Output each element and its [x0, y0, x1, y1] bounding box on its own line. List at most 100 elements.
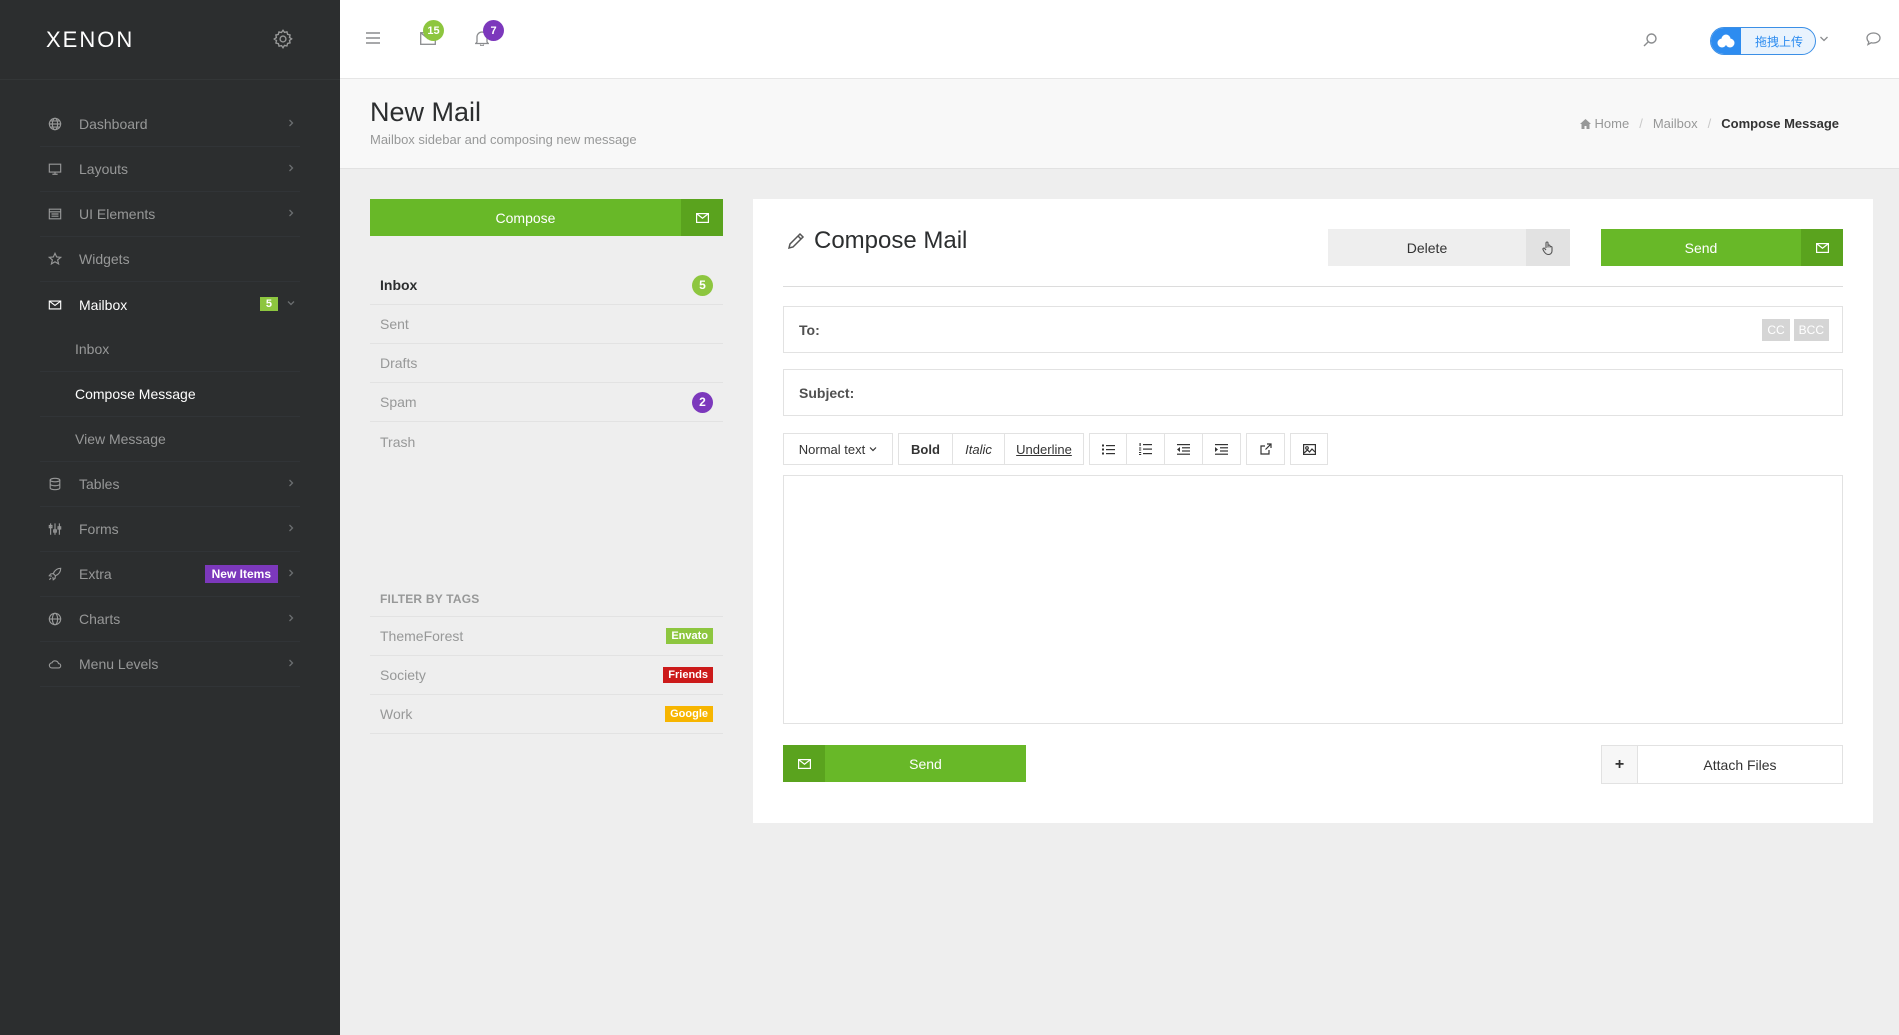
globe-icon — [47, 116, 63, 132]
external-link-icon — [1259, 443, 1272, 455]
sidebar-item-label: Layouts — [79, 161, 129, 177]
chevron-right-icon — [289, 569, 294, 577]
breadcrumb-separator: / — [1639, 116, 1643, 131]
numbered-list-button[interactable] — [1126, 433, 1165, 465]
globe-icon — [47, 611, 63, 627]
sidebar-item-label: Forms — [79, 521, 119, 537]
insert-link-button[interactable] — [1246, 433, 1285, 465]
notifications-count-badge: 7 — [483, 20, 504, 41]
sidebar-item-tables[interactable]: Tables — [40, 462, 300, 507]
tag-label: Society — [380, 667, 426, 683]
page-title: New Mail — [370, 97, 482, 127]
bullet-list-button[interactable] — [1089, 433, 1127, 465]
upload-button[interactable]: 拖拽上传 — [1710, 27, 1816, 55]
delete-button[interactable]: Delete — [1328, 229, 1570, 266]
bold-button[interactable]: Bold — [898, 433, 953, 465]
search-icon[interactable] — [1643, 33, 1657, 47]
breadcrumb-separator: / — [1707, 116, 1712, 131]
tag-item-society[interactable]: Society Friends — [370, 656, 723, 695]
cc-button[interactable]: CC — [1762, 318, 1790, 341]
folder-trash[interactable]: Trash — [370, 422, 723, 461]
to-input[interactable] — [827, 307, 1763, 352]
chat-icon[interactable] — [1866, 32, 1882, 46]
tag-label: Work — [380, 706, 413, 722]
sidebar-subitem-view-message[interactable]: View Message — [40, 417, 300, 462]
sidebar-item-dashboard[interactable]: Dashboard — [40, 102, 300, 147]
sidebar-subitem-inbox[interactable]: Inbox — [40, 327, 300, 372]
envelope-icon — [681, 199, 723, 236]
italic-button[interactable]: Italic — [952, 433, 1005, 465]
home-icon — [1579, 118, 1591, 129]
sidebar-item-forms[interactable]: Forms — [40, 507, 300, 552]
sidebar-item-label: Mailbox — [79, 296, 128, 313]
breadcrumb-mailbox[interactable]: Mailbox — [1653, 116, 1698, 131]
attach-files-button[interactable]: + Attach Files — [1601, 745, 1843, 784]
page-subtitle: Mailbox sidebar and composing new messag… — [370, 132, 637, 147]
breadcrumb-current: Compose Message — [1721, 116, 1839, 131]
sidebar-item-extra[interactable]: Extra New Items — [40, 552, 300, 597]
sidebar-item-menu-levels[interactable]: Menu Levels — [40, 642, 300, 687]
subject-input[interactable] — [862, 370, 1842, 415]
numbered-list-icon — [1139, 443, 1152, 455]
chevron-right-icon — [289, 524, 294, 532]
chevron-down-icon — [869, 447, 877, 452]
compose-button[interactable]: Compose — [370, 199, 723, 236]
compose-panel: Compose Mail Delete Send To: CC BCC Subj… — [753, 199, 1873, 823]
folder-label: Sent — [380, 316, 409, 332]
folder-inbox[interactable]: Inbox 5 — [370, 266, 723, 305]
gear-icon[interactable] — [272, 28, 294, 50]
sidebar-nav: Dashboard Layouts UI Elements Widgets Ma… — [0, 102, 340, 687]
chevron-right-icon — [289, 479, 294, 487]
envelope-icon — [1801, 229, 1843, 266]
subject-label: Subject: — [799, 384, 855, 401]
folder-count-badge: 5 — [692, 274, 713, 296]
send-button-bottom[interactable]: Send — [783, 745, 1026, 782]
chevron-right-icon — [289, 164, 294, 172]
tag-item-themeforest[interactable]: ThemeForest Envato — [370, 617, 723, 656]
sidebar-item-widgets[interactable]: Widgets — [40, 237, 300, 282]
folder-spam[interactable]: Spam 2 — [370, 383, 723, 422]
sliders-icon — [47, 521, 63, 537]
page-header: New Mail Mailbox sidebar and composing n… — [340, 79, 1899, 169]
sidebar-item-mailbox[interactable]: Mailbox 5 — [40, 282, 300, 327]
sidebar-item-charts[interactable]: Charts — [40, 597, 300, 642]
breadcrumb-home[interactable]: Home — [1595, 116, 1630, 131]
upload-label: 拖拽上传 — [1755, 34, 1804, 49]
tag-badge: Google — [665, 706, 713, 722]
send-button[interactable]: Send — [1601, 229, 1843, 266]
chevron-right-icon — [289, 614, 294, 622]
bullet-list-icon — [1101, 444, 1115, 454]
tag-item-work[interactable]: Work Google — [370, 695, 723, 734]
tag-filter-list: ThemeForest Envato Society Friends Work … — [370, 616, 723, 734]
sidebar-item-ui-elements[interactable]: UI Elements — [40, 192, 300, 237]
window-icon — [47, 206, 63, 222]
bcc-button[interactable]: BCC — [1793, 318, 1829, 341]
mail-folder-list: Inbox 5 Sent Drafts Spam 2 Trash — [370, 266, 723, 461]
hand-pointer-icon — [1526, 229, 1570, 266]
indent-button[interactable] — [1202, 433, 1241, 465]
folder-drafts[interactable]: Drafts — [370, 344, 723, 383]
sidebar-item-label: Tables — [79, 476, 120, 492]
logo[interactable]: XENON — [46, 27, 134, 53]
sidebar-item-layouts[interactable]: Layouts — [40, 147, 300, 192]
text-style-dropdown[interactable]: Normal text — [783, 433, 893, 465]
compose-button-label: Compose — [495, 209, 556, 226]
sidebar-item-label: Dashboard — [79, 116, 148, 132]
sidebar-item-label: UI Elements — [79, 206, 156, 222]
tag-badge: Envato — [666, 628, 713, 644]
folder-label: Inbox — [380, 277, 418, 293]
insert-image-button[interactable] — [1290, 433, 1328, 465]
monitor-icon — [47, 161, 63, 177]
hamburger-menu-icon[interactable] — [366, 32, 380, 44]
message-body-editor[interactable] — [783, 475, 1843, 724]
sidebar-subitem-compose-message[interactable]: Compose Message — [40, 372, 300, 417]
underline-button[interactable]: Underline — [1004, 433, 1084, 465]
attach-files-label: Attach Files — [1703, 756, 1777, 773]
breadcrumb: Home / Mailbox / Compose Message — [1579, 116, 1839, 131]
sidebar-item-label: Widgets — [79, 251, 130, 267]
image-icon — [1302, 443, 1316, 455]
folder-count-badge: 2 — [692, 391, 713, 413]
folder-sent[interactable]: Sent — [370, 305, 723, 344]
chevron-down-icon[interactable] — [1819, 35, 1829, 43]
outdent-button[interactable] — [1164, 433, 1203, 465]
